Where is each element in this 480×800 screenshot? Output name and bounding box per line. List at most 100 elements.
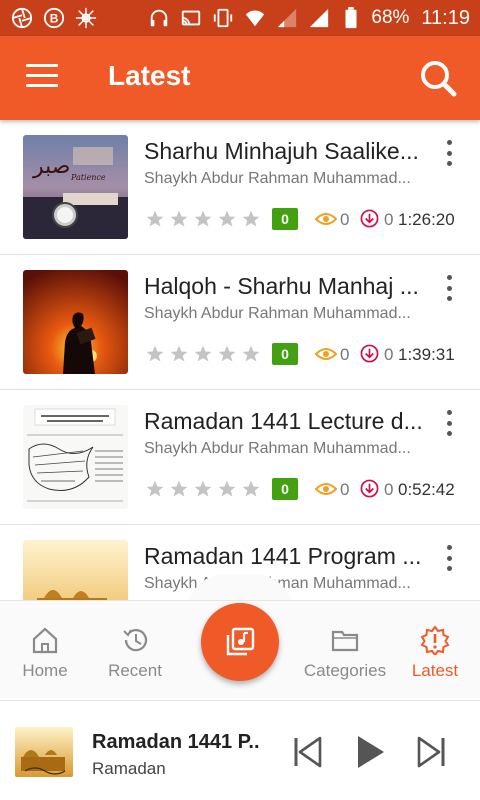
star-icon <box>218 210 236 227</box>
lecture-thumbnail <box>23 405 128 509</box>
nav-item-recent[interactable]: Recent <box>90 601 180 699</box>
ornament-icon <box>74 6 98 30</box>
star-icon <box>146 210 164 227</box>
playlist-fab-button[interactable] <box>201 603 279 681</box>
star-rating[interactable] <box>145 344 261 364</box>
more-options-icon[interactable] <box>440 410 458 436</box>
nav-label-latest: Latest <box>411 661 459 680</box>
mini-player[interactable]: Ramadan 1441 P.. Ramadan <box>0 700 480 800</box>
eye-icon <box>315 483 337 495</box>
play-button[interactable] <box>353 733 387 771</box>
duration: 0:52:42 <box>398 480 455 499</box>
downloads-count: 0 <box>384 345 394 364</box>
lecture-title: Ramadan 1441 Program ... <box>144 543 422 569</box>
star-icon <box>170 345 188 362</box>
play-icon <box>358 736 384 768</box>
page-title: Latest <box>108 60 191 91</box>
rating-badge: 0 <box>272 343 298 365</box>
views-count: 0 <box>340 345 350 364</box>
downloads-count: 0 <box>384 480 394 499</box>
rating-badge: 0 <box>272 478 298 500</box>
star-icon <box>170 480 188 497</box>
nav-item-home[interactable]: Home <box>0 601 90 699</box>
now-playing-category: Ramadan <box>92 759 166 778</box>
lecture-thumbnail: صبر Patience <box>23 135 128 239</box>
star-icon <box>242 210 260 227</box>
lecture-speaker: Shaykh Abdur Rahman Muhammad... <box>144 170 411 187</box>
svg-text:B: B <box>50 12 59 26</box>
nav-item-categories[interactable]: Categories <box>300 601 390 699</box>
lecture-meta: 0 0 0 1:26:20 <box>145 206 465 236</box>
lecture-meta: 0 0 0 0:52:42 <box>145 476 465 506</box>
lecture-thumbnail <box>23 270 128 374</box>
lecture-list: صبر Patience Sharhu Minhajuh Saalike... … <box>0 120 480 600</box>
signal-strong-icon <box>307 6 331 30</box>
star-icon <box>194 480 212 497</box>
rating-badge: 0 <box>272 208 298 230</box>
star-icon <box>194 210 212 227</box>
home-icon <box>32 627 58 654</box>
download-icon <box>360 479 379 498</box>
folder-icon <box>331 630 359 652</box>
b-app-icon: B <box>42 6 66 30</box>
star-rating[interactable] <box>145 479 261 499</box>
lecture-title: Halqoh - Sharhu Manhaj ... <box>144 273 419 299</box>
download-icon <box>360 344 379 363</box>
star-icon <box>242 345 260 362</box>
star-icon <box>218 480 236 497</box>
skip-next-icon <box>417 736 445 768</box>
svg-text:صبر: صبر <box>32 154 70 179</box>
list-item[interactable]: Ramadan 1441 Lecture d... Shaykh Abdur R… <box>0 390 480 525</box>
lecture-meta: 0 0 0 1:39:31 <box>145 341 465 371</box>
cast-icon <box>179 6 203 30</box>
eye-icon <box>315 348 337 360</box>
views-count: 0 <box>340 480 350 499</box>
wifi-icon <box>243 6 267 30</box>
search-icon[interactable] <box>418 58 458 98</box>
lecture-speaker: Shaykh Abdur Rahman Muhammad... <box>144 440 411 457</box>
nav-label-categories: Categories <box>303 661 387 680</box>
star-rating[interactable] <box>145 209 261 229</box>
nav-label-recent: Recent <box>108 661 162 680</box>
views-count: 0 <box>340 210 350 229</box>
history-icon <box>123 629 148 652</box>
more-options-icon[interactable] <box>440 545 458 571</box>
app-screen: B 68% 11:19 Latest صبر Patience Sharhu M… <box>0 0 480 800</box>
app-bar: Latest <box>0 36 480 120</box>
duration: 1:26:20 <box>398 210 455 229</box>
headphones-icon <box>147 6 171 30</box>
skip-next-button[interactable] <box>414 733 448 771</box>
star-icon <box>194 345 212 362</box>
vibrate-icon <box>211 6 235 30</box>
signal-weak-icon <box>275 6 299 30</box>
hamburger-menu-icon[interactable] <box>26 64 58 92</box>
list-item[interactable]: Halqoh - Sharhu Manhaj ... Shaykh Abdur … <box>0 255 480 390</box>
thumbnail-caption: Patience <box>71 173 106 182</box>
eye-icon <box>315 213 337 225</box>
nav-label-home: Home <box>22 661 68 680</box>
player-artwork <box>15 727 73 777</box>
clock: 11:19 <box>421 6 470 29</box>
lecture-thumbnail <box>23 540 128 600</box>
lecture-title: Sharhu Minhajuh Saalike... <box>144 138 419 164</box>
star-icon <box>146 480 164 497</box>
nav-item-latest[interactable]: Latest <box>390 601 480 699</box>
skip-previous-button[interactable] <box>291 733 325 771</box>
music-library-icon <box>226 627 255 656</box>
battery-icon <box>339 6 363 30</box>
battery-percentage: 68% <box>371 7 410 28</box>
now-playing-title: Ramadan 1441 P.. <box>92 731 260 753</box>
star-icon <box>146 345 164 362</box>
lecture-title: Ramadan 1441 Lecture d... <box>144 408 423 434</box>
more-options-icon[interactable] <box>440 275 458 301</box>
skip-previous-icon <box>294 736 322 768</box>
star-icon <box>170 210 188 227</box>
new-badge-icon <box>420 625 450 655</box>
downloads-count: 0 <box>384 210 394 229</box>
star-icon <box>218 345 236 362</box>
aperture-icon <box>10 6 34 30</box>
star-icon <box>242 480 260 497</box>
duration: 1:39:31 <box>398 345 455 364</box>
more-options-icon[interactable] <box>440 140 458 166</box>
list-item[interactable]: صبر Patience Sharhu Minhajuh Saalike... … <box>0 120 480 255</box>
